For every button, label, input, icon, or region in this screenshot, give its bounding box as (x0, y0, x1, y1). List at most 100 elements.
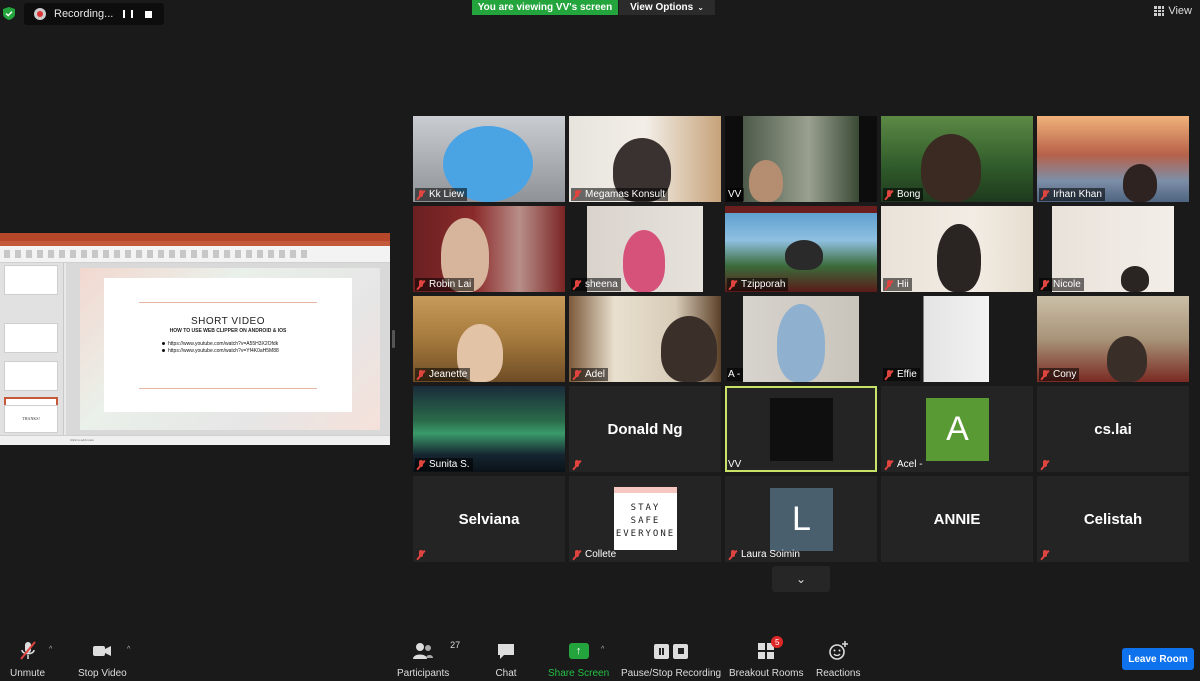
participant-name: sheena (585, 279, 618, 290)
participant-label: Cony (1039, 368, 1080, 381)
participant-tile[interactable]: Jeanette (413, 296, 565, 382)
participant-name: cs.lai (1094, 420, 1132, 438)
stop-video-button[interactable]: Stop Video (78, 640, 127, 679)
participant-tile[interactable]: cs.lai (1037, 386, 1189, 472)
participant-name: Robin Lai (429, 279, 472, 290)
reactions-button[interactable]: Reactions (816, 640, 860, 679)
participant-label (1039, 459, 1053, 471)
slide-subtitle: HOW TO USE WEB CLIPPER ON ANDROID & IOS (169, 328, 287, 334)
slide-bottom-rule (139, 388, 317, 389)
chevron-down-icon: ⌄ (697, 3, 704, 12)
view-button[interactable]: View (1154, 5, 1192, 17)
participant-name: Laura Soimin (741, 549, 800, 560)
participant-tile[interactable]: Sunita S. (413, 386, 565, 472)
mic-muted-icon (572, 189, 582, 200)
participant-tile[interactable]: Kk Liew (413, 116, 565, 202)
participant-tile[interactable]: L Laura Soimin (725, 476, 877, 562)
split-divider-handle[interactable] (392, 330, 395, 348)
participants-button[interactable]: 27 Participants (397, 640, 460, 679)
unmute-label: Unmute (10, 668, 46, 679)
share-screen-button[interactable]: ↑ Share Screen (548, 640, 609, 679)
participant-label (415, 549, 429, 561)
participant-name: ANNIE (933, 510, 981, 528)
video-camera-icon (93, 646, 112, 656)
mic-muted-icon (1040, 550, 1050, 560)
video-options-caret-icon[interactable]: ^ (127, 646, 130, 653)
stop-video-label: Stop Video (78, 668, 127, 679)
share-options-caret-icon[interactable]: ^ (601, 646, 604, 653)
participant-tile[interactable]: Celistah (1037, 476, 1189, 562)
participant-tile[interactable]: sheena (569, 206, 721, 292)
participant-label: Tzipporah (727, 278, 789, 291)
powerpoint-ribbon (0, 246, 390, 263)
participant-tile[interactable]: Cony (1037, 296, 1189, 382)
participant-label (571, 459, 585, 471)
view-options-button[interactable]: View Options ⌄ (619, 0, 715, 15)
participant-label: Adel (571, 368, 609, 381)
participant-tile[interactable]: A Acel - (881, 386, 1033, 472)
powerpoint-title-bar (0, 233, 390, 241)
grid-view-icon (1154, 6, 1165, 16)
participant-label: Collete (571, 548, 619, 561)
pause-recording-icon[interactable] (120, 6, 136, 22)
mic-muted-icon (1040, 369, 1050, 380)
chat-button[interactable]: Chat (495, 640, 517, 679)
participant-tile[interactable]: Selviana (413, 476, 565, 562)
pause-stop-recording-button[interactable]: Pause/Stop Recording (621, 640, 721, 679)
participant-name: Effie (897, 369, 917, 380)
breakout-count-badge: 5 (771, 636, 784, 648)
mic-muted-icon (884, 279, 894, 290)
unmute-button[interactable]: Unmute (10, 640, 45, 679)
participant-tile[interactable]: Tzipporah (725, 206, 877, 292)
participant-tile[interactable]: A - (725, 296, 877, 382)
participant-label: Irhan Khan (1039, 188, 1105, 201)
participant-tile[interactable]: Robin Lai (413, 206, 565, 292)
participants-label: Participants (397, 668, 450, 679)
slide-title: SHORT VIDEO (190, 316, 266, 327)
thumbnail-text: THANKS! (22, 416, 40, 421)
avatar-text: SAFE (630, 516, 661, 526)
pause-stop-recording-label: Pause/Stop Recording (621, 668, 722, 679)
mic-muted-icon (728, 279, 738, 290)
participant-tile[interactable]: ANNIE (881, 476, 1033, 562)
security-shield-icon[interactable] (3, 7, 15, 20)
participants-count: 27 (450, 640, 461, 650)
view-label: View (1168, 5, 1192, 17)
participant-tile[interactable]: Effie (881, 296, 1033, 382)
participant-tile[interactable]: Irhan Khan (1037, 116, 1189, 202)
participant-tile[interactable]: Nicole (1037, 206, 1189, 292)
viewing-screen-banner: You are viewing VV's screen (472, 0, 618, 15)
shared-screen[interactable]: SHORT VIDEO HOW TO USE WEB CLIPPER ON AN… (0, 233, 390, 445)
gallery-next-page-button[interactable]: ⌄ (772, 566, 830, 592)
participant-tile[interactable]: Adel (569, 296, 721, 382)
participant-tile[interactable]: STAY SAFE EVERYONE Collete (569, 476, 721, 562)
breakout-rooms-button[interactable]: 5 Breakout Rooms (729, 636, 803, 679)
participant-tile[interactable]: Hii (881, 206, 1033, 292)
slide-thumbnail (4, 361, 58, 391)
pause-icon (654, 643, 670, 659)
participant-label: Nicole (1039, 278, 1084, 291)
stop-recording-icon[interactable] (140, 6, 156, 22)
participant-tile-active-speaker[interactable]: VV (725, 386, 877, 472)
participant-tile[interactable]: VV (725, 116, 877, 202)
participant-name: VV (728, 459, 742, 470)
stop-icon (673, 643, 689, 659)
slide-thumbnail-thanks: THANKS! (4, 405, 58, 433)
participant-name: Bong (897, 189, 921, 200)
recording-label: Recording... (54, 8, 114, 20)
audio-options-caret-icon[interactable]: ^ (49, 646, 52, 653)
participant-name: Cony (1053, 369, 1077, 380)
share-screen-label: Share Screen (548, 668, 610, 679)
participant-tile[interactable]: Megamas Konsult (569, 116, 721, 202)
share-screen-arrow-icon: ↑ (568, 643, 589, 659)
participant-tile[interactable]: Donald Ng (569, 386, 721, 472)
slide-canvas: SHORT VIDEO HOW TO USE WEB CLIPPER ON AN… (66, 263, 390, 435)
slide-thumbnail (4, 323, 58, 353)
participant-name: Adel (585, 369, 606, 380)
leave-room-button[interactable]: Leave Room (1122, 648, 1194, 670)
participant-tile[interactable]: Bong (881, 116, 1033, 202)
mic-muted-icon (416, 550, 426, 560)
participant-name: VV (728, 189, 742, 200)
participant-label: Acel - (883, 458, 926, 471)
participant-label: A - (727, 368, 744, 381)
